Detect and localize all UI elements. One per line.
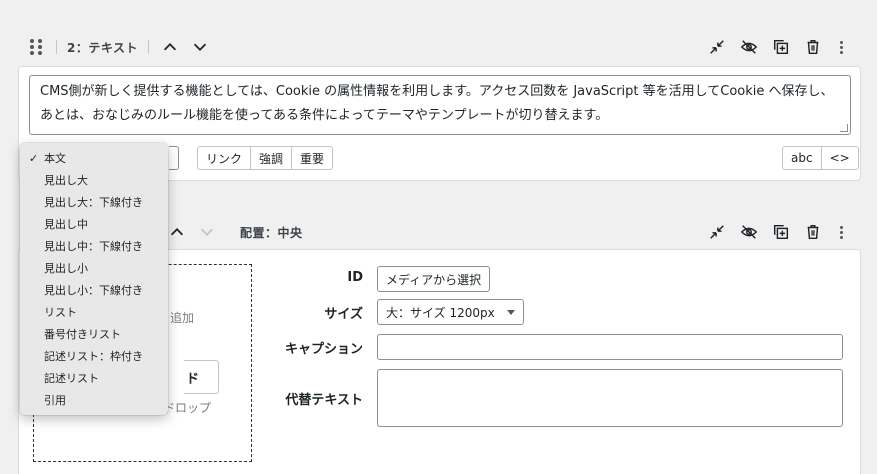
dropdown-item[interactable]: 見出し大 [20,169,168,191]
dropdown-item[interactable]: 見出し小：下線付き [20,279,168,301]
eye-slash-icon[interactable] [738,221,760,243]
chevron-down-icon[interactable] [189,36,211,58]
inline-format-buttons: リンク 強調 重要 [197,146,334,170]
dropdown-item[interactable]: 見出し中：下線付き [20,235,168,257]
alt-text-label: 代替テキスト [285,393,363,408]
size-label: サイズ [324,307,363,322]
dropdown-item[interactable]: 引用 [20,389,168,411]
dropdown-item[interactable]: 番号付きリスト [20,323,168,345]
text-editor-content: CMS側が新しく提供する機能としては、Cookie の属性情報を利用します。アク… [40,84,834,123]
caption-input[interactable] [377,334,843,360]
kebab-menu-icon[interactable] [834,40,848,54]
drag-handle-icon[interactable] [30,39,46,55]
collapse-icon[interactable] [706,221,728,243]
text-style-dropdown: 本文 見出し大 見出し大：下線付き 見出し中 見出し中：下線付き 見出し小 見出… [20,143,168,415]
trash-icon[interactable] [802,221,824,243]
divider [148,40,149,54]
alt-text-input[interactable] [377,369,843,427]
dropdown-item[interactable]: 記述リスト：枠付き [20,345,168,367]
duplicate-icon[interactable] [770,221,792,243]
dropdown-item[interactable]: 見出し小 [20,257,168,279]
chevron-down-icon[interactable] [196,221,218,243]
trash-icon[interactable] [802,36,824,58]
size-select-value: 大：サイズ 1200px [386,305,495,320]
text-editor-textarea[interactable]: CMS側が新しく提供する機能としては、Cookie の属性情報を利用します。アク… [29,75,851,135]
unit1-header: 2：テキスト [18,32,848,62]
style-select[interactable] [169,146,179,170]
collapse-icon[interactable] [706,36,728,58]
link-button[interactable]: リンク [197,146,252,170]
dropdown-item[interactable]: 本文 [20,147,168,169]
strong-button[interactable]: 重要 [292,146,334,170]
chevron-up-icon[interactable] [166,221,188,243]
upload-button[interactable]: ド [184,360,219,394]
eye-slash-icon[interactable] [738,36,760,58]
unit1-title: 2：テキスト [67,40,138,55]
dropdown-item[interactable]: 見出し大：下線付き [20,191,168,213]
placement-label: 配置：中央 [240,225,303,240]
dropdown-item[interactable]: リスト [20,301,168,323]
dropdown-item[interactable]: 記述リスト [20,367,168,389]
chevron-down-icon [506,309,515,315]
kebab-menu-icon[interactable] [834,225,848,239]
emphasis-button[interactable]: 強調 [251,146,293,170]
divider [56,40,57,54]
duplicate-icon[interactable] [770,36,792,58]
id-label: ID [347,270,363,285]
select-from-media-button[interactable]: メディアから選択 [377,266,491,292]
caption-label: キャプション [284,342,363,357]
chevron-up-icon[interactable] [159,36,181,58]
dropdown-item[interactable]: 見出し中 [20,213,168,235]
text-mode-button[interactable]: abc [782,146,822,170]
upload-button-label: ド [186,371,200,387]
drop-hint: ドロップ [163,401,212,415]
add-hint: 追加 [170,311,195,325]
resize-handle[interactable] [840,124,848,132]
html-mode-button[interactable]: <> [821,146,859,170]
editor-mode-buttons: abc <> [782,146,859,170]
size-select[interactable]: 大：サイズ 1200px [377,299,524,325]
